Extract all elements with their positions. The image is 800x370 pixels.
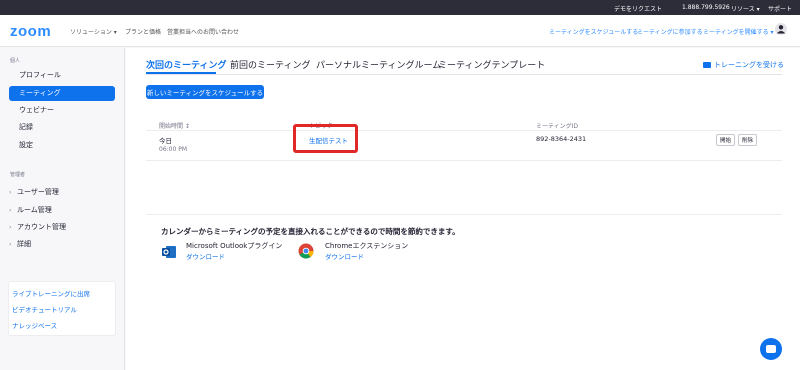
sidebar-group-label: 詳細 (17, 240, 31, 248)
sidebar-group-label: ユーザー管理 (17, 188, 59, 196)
admin-section-title: 管理者 (10, 172, 26, 178)
top-utility-bar: デモをリクエスト 1.888.799.5926 リソース ▾ サポート (0, 0, 800, 15)
training-link[interactable]: トレーニングを受ける (703, 60, 784, 70)
table-row-divider (146, 160, 782, 161)
contact-sales-link[interactable]: 営業担当へのお問い合わせ (167, 27, 239, 36)
chevron-right-icon: › (9, 189, 12, 196)
column-header-start-time[interactable]: 開始時間 ↕ (159, 121, 190, 130)
schedule-new-meeting-button[interactable]: 新しいミーティングをスケジュールする (146, 85, 264, 99)
tabs-divider (146, 74, 782, 75)
meeting-date: 今日 (159, 137, 172, 145)
tab-meeting-templates[interactable]: ミーティングテンプレート (438, 58, 545, 71)
outlook-plugin-name: Microsoft Outlookプラグイン (186, 242, 283, 250)
calendar-integration-title: カレンダーからミーティングの予定を直接入れることができるので時間を節約できます。 (161, 227, 460, 236)
section-divider (146, 214, 782, 215)
delete-meeting-button[interactable]: 削除 (738, 134, 758, 146)
column-header-meeting-id: ミーティングID (536, 123, 579, 130)
main-navbar: zoom ソリューション ▾ プランと価格 営業担当へのお問い合わせ ミーティン… (0, 15, 800, 47)
training-link-label: トレーニングを受ける (714, 61, 784, 69)
chat-support-button[interactable] (760, 338, 782, 360)
tab-personal-meeting-room[interactable]: パーソナルミーティングルーム (316, 58, 441, 71)
schedule-meeting-link[interactable]: ミーティングをスケジュールする (549, 27, 638, 36)
sidebar-group-label: アカウント管理 (17, 223, 66, 231)
host-meeting-menu[interactable]: ミーティングを開催する ▾ (703, 27, 774, 36)
sidebar: 個人 プロフィール ミーティング ウェビナー 記録 設定 管理者 › ユーザー管理… (0, 48, 125, 370)
tab-previous-meetings[interactable]: 前回のミーティング (230, 58, 310, 71)
sidebar-item-settings[interactable]: 設定 (9, 138, 115, 153)
live-training-link[interactable]: ライブトレーニングに出席 (12, 288, 90, 298)
sidebar-item-meetings[interactable]: ミーティング (9, 86, 115, 101)
meeting-id-value: 892-8364-2431 (536, 135, 587, 143)
chrome-extension-name: Chromeエクステンション (325, 242, 409, 250)
outlook-download-link[interactable]: ダウンロード (186, 251, 225, 261)
resources-menu[interactable]: リソース ▾ (731, 4, 760, 13)
sidebar-group-user-management[interactable]: › ユーザー管理 (9, 187, 59, 197)
tab-upcoming-meetings[interactable]: 次回のミーティング (146, 58, 226, 71)
sidebar-item-recordings[interactable]: 記録 (9, 120, 115, 135)
plans-link[interactable]: プランと価格 (125, 27, 161, 36)
start-meeting-button[interactable]: 開始 (716, 134, 736, 146)
sidebar-group-advanced[interactable]: › 詳細 (9, 239, 31, 249)
support-link[interactable]: サポート (768, 4, 792, 13)
video-camera-icon (703, 62, 711, 68)
sidebar-group-label: ルーム管理 (17, 206, 52, 214)
join-meeting-link[interactable]: ミーティングに参加する (637, 27, 703, 36)
topic-highlight-box (293, 124, 358, 153)
outlook-icon (162, 246, 176, 258)
sidebar-item-webinars[interactable]: ウェビナー (9, 103, 115, 118)
chrome-download-link[interactable]: ダウンロード (325, 251, 364, 261)
table-header-divider (146, 130, 782, 131)
chevron-right-icon: › (9, 241, 12, 248)
main-content: 次回のミーティング 前回のミーティング パーソナルミーティングルーム ミーティン… (126, 48, 800, 370)
avatar[interactable] (775, 23, 787, 35)
chevron-right-icon: › (9, 207, 12, 214)
knowledge-base-link[interactable]: ナレッジベース (12, 320, 57, 330)
meeting-time: 06:00 PM (159, 146, 187, 153)
phone-number: 1.888.799.5926 (682, 4, 730, 11)
sidebar-group-room-management[interactable]: › ルーム管理 (9, 205, 52, 215)
chat-icon (766, 345, 776, 353)
chrome-icon (298, 243, 314, 259)
zoom-logo[interactable]: zoom (10, 23, 51, 40)
request-demo-link[interactable]: デモをリクエスト (614, 4, 662, 13)
sidebar-group-account-management[interactable]: › アカウント管理 (9, 222, 66, 232)
video-tutorials-link[interactable]: ビデオチュートリアル (12, 304, 77, 314)
chevron-right-icon: › (9, 224, 12, 231)
sidebar-item-profile[interactable]: プロフィール (9, 68, 115, 83)
personal-section-title: 個人 (10, 58, 21, 64)
solutions-menu[interactable]: ソリューション ▾ (70, 27, 117, 36)
